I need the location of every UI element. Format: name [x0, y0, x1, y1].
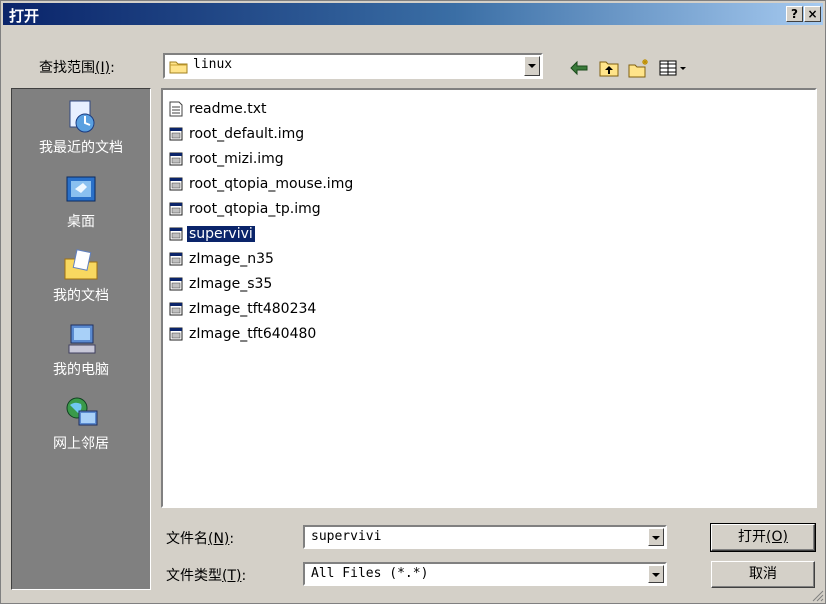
- file-name: zImage_tft640480: [189, 326, 317, 342]
- file-icon: [169, 152, 183, 166]
- dialog-title: 打开: [9, 7, 40, 25]
- filetype-label-text: 文件类型: [166, 568, 222, 584]
- file-item[interactable]: root_qtopia_tp.img: [169, 199, 323, 219]
- filename-label-colon: :: [229, 531, 235, 547]
- filename-label: 文件名(N):: [166, 528, 234, 548]
- file-item[interactable]: zImage_n35: [169, 249, 276, 269]
- filename-value: supervivi: [311, 529, 382, 544]
- file-item[interactable]: root_qtopia_mouse.img: [169, 174, 355, 194]
- file-icon: [169, 302, 183, 316]
- lookin-label-text: 查找范围: [39, 60, 95, 76]
- places-bar: 我最近的文档 桌面 我的文档 我的电脑 网上邻居: [11, 88, 151, 590]
- file-name: root_default.img: [189, 126, 305, 142]
- resize-grip-icon[interactable]: [810, 588, 824, 602]
- folder-icon: [169, 61, 188, 74]
- file-name: root_qtopia_mouse.img: [189, 176, 354, 192]
- place-my-computer-label: 我的电脑: [53, 362, 109, 378]
- file-icon: [169, 327, 183, 341]
- open-button-label: 打开: [738, 529, 767, 545]
- file-item[interactable]: zImage_s35: [169, 274, 274, 294]
- file-icon: [169, 127, 183, 141]
- place-my-computer[interactable]: 我的电脑: [12, 321, 150, 379]
- filetype-value: All Files (*.*): [311, 566, 429, 581]
- file-name: root_mizi.img: [189, 151, 284, 167]
- filetype-label-colon: :: [241, 568, 247, 584]
- my-computer-icon: [68, 324, 96, 354]
- network-places-icon: [66, 397, 98, 426]
- text-file-icon: [169, 101, 183, 117]
- title-bar[interactable]: 打开 ? ×: [3, 3, 823, 25]
- file-name: zImage_n35: [189, 251, 274, 267]
- file-item[interactable]: root_default.img: [169, 124, 306, 144]
- file-name: root_qtopia_tp.img: [189, 201, 321, 217]
- help-button[interactable]: ?: [786, 6, 803, 22]
- place-desktop-label: 桌面: [67, 214, 95, 230]
- lookin-dropdown-button[interactable]: [524, 56, 540, 76]
- new-folder-icon[interactable]: [627, 57, 651, 79]
- filetype-label: 文件类型(T):: [166, 565, 246, 585]
- filename-label-text: 文件名: [166, 531, 208, 547]
- place-desktop[interactable]: 桌面: [12, 173, 150, 231]
- open-button-key: (O): [766, 529, 788, 545]
- file-icon: [169, 277, 183, 291]
- place-recent-label: 我最近的文档: [39, 140, 123, 156]
- lookin-label-colon: :: [110, 60, 115, 76]
- recent-documents-icon: [69, 100, 95, 133]
- file-item[interactable]: root_mizi.img: [169, 149, 286, 169]
- close-button[interactable]: ×: [804, 6, 821, 22]
- lookin-combo[interactable]: linux: [163, 53, 543, 79]
- place-my-documents[interactable]: 我的文档: [12, 247, 150, 305]
- file-icon: [169, 227, 183, 241]
- up-folder-icon[interactable]: [597, 57, 621, 79]
- open-button[interactable]: 打开(O): [710, 523, 816, 552]
- filename-label-key: (N): [208, 531, 230, 547]
- open-dialog: 打开 ? × 查找范围(I): linux 我最近的文档 桌面 我的文档 我的电…: [0, 0, 826, 604]
- file-name: zImage_s35: [189, 276, 273, 292]
- file-list[interactable]: readme.txt root_default.img root_mizi.im…: [161, 88, 817, 508]
- file-icon: [169, 252, 183, 266]
- cancel-button[interactable]: 取消: [711, 561, 815, 588]
- filename-dropdown-button[interactable]: [648, 528, 664, 546]
- file-item[interactable]: zImage_tft480234: [169, 299, 318, 319]
- file-name: readme.txt: [189, 101, 267, 117]
- filename-input[interactable]: supervivi: [303, 525, 667, 549]
- view-menu-icon[interactable]: [657, 57, 693, 79]
- file-item[interactable]: readme.txt: [169, 99, 269, 119]
- file-icon: [169, 202, 183, 216]
- file-item[interactable]: zImage_tft640480: [169, 324, 318, 344]
- back-icon[interactable]: [567, 57, 591, 79]
- file-icon: [169, 177, 183, 191]
- file-name: supervivi: [186, 225, 256, 243]
- desktop-icon: [66, 176, 96, 202]
- my-documents-icon: [64, 249, 98, 280]
- filetype-label-key: (T): [222, 568, 242, 584]
- filetype-dropdown-button[interactable]: [648, 565, 664, 583]
- place-recent[interactable]: 我最近的文档: [12, 99, 150, 157]
- place-my-documents-label: 我的文档: [53, 288, 109, 304]
- file-item-selected[interactable]: supervivi: [169, 224, 256, 244]
- lookin-label-key: (I): [95, 60, 111, 76]
- filetype-select[interactable]: All Files (*.*): [303, 562, 667, 586]
- lookin-value: linux: [193, 57, 233, 72]
- place-network[interactable]: 网上邻居: [12, 395, 150, 453]
- lookin-label: 查找范围(I):: [39, 57, 115, 77]
- place-network-label: 网上邻居: [53, 436, 109, 452]
- file-name: zImage_tft480234: [189, 301, 317, 317]
